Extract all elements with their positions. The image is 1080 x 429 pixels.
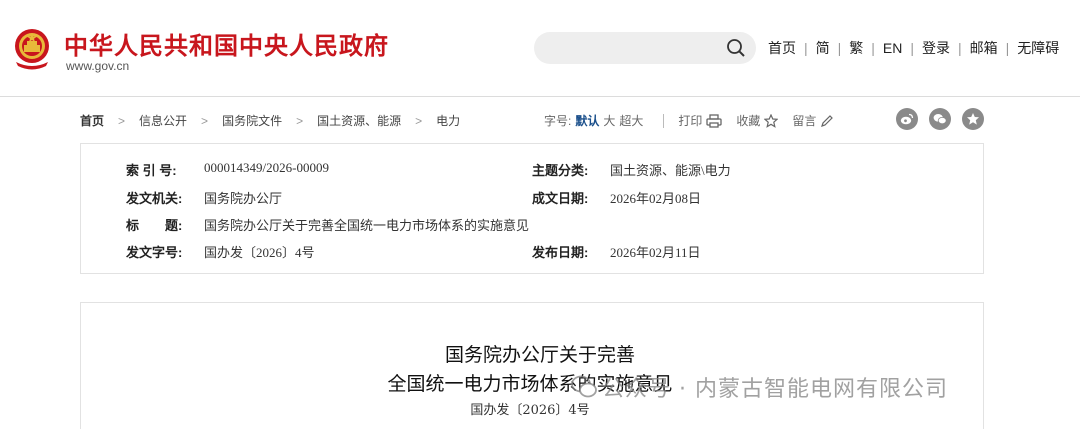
chevron-right-icon: > xyxy=(415,113,423,128)
print-button[interactable]: 打印 xyxy=(678,112,723,129)
qzone-share-button[interactable] xyxy=(962,108,984,130)
breadcrumb-electricity[interactable]: 电力 xyxy=(436,112,460,129)
weibo-share-button[interactable] xyxy=(896,108,918,130)
meta-issuer-value: 国务院办公厅 xyxy=(204,191,283,206)
search-input[interactable] xyxy=(534,32,756,64)
wechat-share-button[interactable] xyxy=(929,108,951,130)
meta-index-label: 索 引 号: xyxy=(126,163,177,178)
site-url[interactable]: www.gov.cn xyxy=(66,59,129,73)
wechat-icon xyxy=(933,114,947,125)
nav-separator: | xyxy=(910,40,915,56)
breadcrumb-land-energy[interactable]: 国土资源、能源 xyxy=(317,112,401,129)
breadcrumb-info-public[interactable]: 信息公开 xyxy=(139,112,187,129)
printer-icon xyxy=(706,113,723,128)
meta-written-label: 成文日期: xyxy=(532,191,589,206)
chevron-right-icon: > xyxy=(296,113,304,128)
nav-separator: | xyxy=(804,40,808,56)
nav-separator: | xyxy=(958,40,962,56)
font-size-label: 字号: xyxy=(544,114,572,128)
favorite-button[interactable]: 收藏 xyxy=(736,112,779,129)
meta-docno-value: 国办发〔2026〕4号 xyxy=(204,245,315,260)
meta-published-value: 2026年02月11日 xyxy=(610,245,701,260)
nav-separator: | xyxy=(871,40,875,56)
meta-title-value: 国务院办公厅关于完善全国统一电力市场体系的实施意见 xyxy=(204,218,530,233)
nav-accessibility[interactable]: 无障碍 xyxy=(1017,38,1059,58)
pencil-icon xyxy=(821,114,834,127)
document-meta-box: 索 引 号: 000014349/2026-00009 主题分类: 国土资源、能… xyxy=(80,143,984,274)
wechat-watermark: 公众号 · 内蒙古智能电网有限公司 xyxy=(570,371,948,403)
meta-index-value: 000014349/2026-00009 xyxy=(204,160,329,175)
print-label: 打印 xyxy=(678,114,703,128)
comment-label: 留言 xyxy=(792,114,817,128)
comment-button[interactable]: 留言 xyxy=(792,112,834,129)
star-outline-icon xyxy=(764,113,779,128)
chevron-right-icon: > xyxy=(118,113,126,128)
meta-written-date: 成文日期: 2026年02月08日 xyxy=(532,188,701,207)
watermark-text: 公众号 · 内蒙古智能电网有限公司 xyxy=(602,377,948,402)
meta-issuer: 发文机关: 国务院办公厅 xyxy=(126,188,282,207)
site-title[interactable]: 中华人民共和国中央人民政府 xyxy=(64,26,389,61)
article-tools: 字号: 默认 大 超大 打印 收藏 留言 xyxy=(544,112,848,129)
favorite-label: 收藏 xyxy=(736,114,761,128)
font-size-xlarge[interactable]: 超大 xyxy=(619,112,643,129)
font-size-large[interactable]: 大 xyxy=(603,112,615,129)
national-emblem-icon[interactable] xyxy=(10,26,54,72)
meta-category: 主题分类: 国土资源、能源\电力 xyxy=(532,160,731,179)
site-header: 中华人民共和国中央人民政府 www.gov.cn 首页 | 简 | 繁 | EN… xyxy=(0,0,1080,97)
breadcrumb-bar: 首页 > 信息公开 > 国务院文件 > 国土资源、能源 > 电力 字号: 默认 … xyxy=(80,108,984,132)
nav-simplified[interactable]: 简 xyxy=(816,38,830,58)
breadcrumb: 首页 > 信息公开 > 国务院文件 > 国土资源、能源 > 电力 xyxy=(80,112,460,129)
meta-written-value: 2026年02月08日 xyxy=(610,191,702,206)
meta-docno: 发文字号: 国办发〔2026〕4号 xyxy=(126,242,315,261)
chevron-right-icon: > xyxy=(201,113,209,128)
share-buttons xyxy=(896,108,995,130)
breadcrumb-home[interactable]: 首页 xyxy=(80,112,104,129)
nav-home[interactable]: 首页 xyxy=(768,38,796,58)
meta-category-label: 主题分类: xyxy=(532,163,589,178)
meta-published-label: 发布日期: xyxy=(532,245,589,260)
meta-issuer-label: 发文机关: xyxy=(126,191,183,206)
meta-title-label: 标 题: xyxy=(126,218,183,233)
top-nav: 首页 | 简 | 繁 | EN | 登录 | 邮箱 | 无障碍 xyxy=(768,38,1059,58)
nav-separator: | xyxy=(837,40,842,56)
meta-category-value: 国土资源、能源\电力 xyxy=(610,163,731,178)
meta-docno-label: 发文字号: xyxy=(126,245,183,260)
meta-title: 标 题: 国务院办公厅关于完善全国统一电力市场体系的实施意见 xyxy=(126,215,529,234)
tools-divider xyxy=(663,113,665,128)
breadcrumb-state-council-docs[interactable]: 国务院文件 xyxy=(222,112,282,129)
nav-english[interactable]: EN xyxy=(883,40,902,56)
meta-index: 索 引 号: 000014349/2026-00009 xyxy=(126,160,329,179)
meta-published-date: 发布日期: 2026年02月11日 xyxy=(532,242,701,261)
nav-traditional[interactable]: 繁 xyxy=(849,38,863,58)
star-icon xyxy=(967,113,979,125)
search-icon[interactable] xyxy=(726,38,746,58)
nav-mail[interactable]: 邮箱 xyxy=(970,38,998,58)
nav-separator: | xyxy=(1005,40,1010,56)
document-title-line1: 国务院办公厅关于完善 xyxy=(444,344,635,366)
wechat-watermark-icon xyxy=(571,375,597,398)
nav-login[interactable]: 登录 xyxy=(922,38,950,58)
weibo-icon xyxy=(900,113,914,125)
font-size-default[interactable]: 默认 xyxy=(575,112,599,129)
